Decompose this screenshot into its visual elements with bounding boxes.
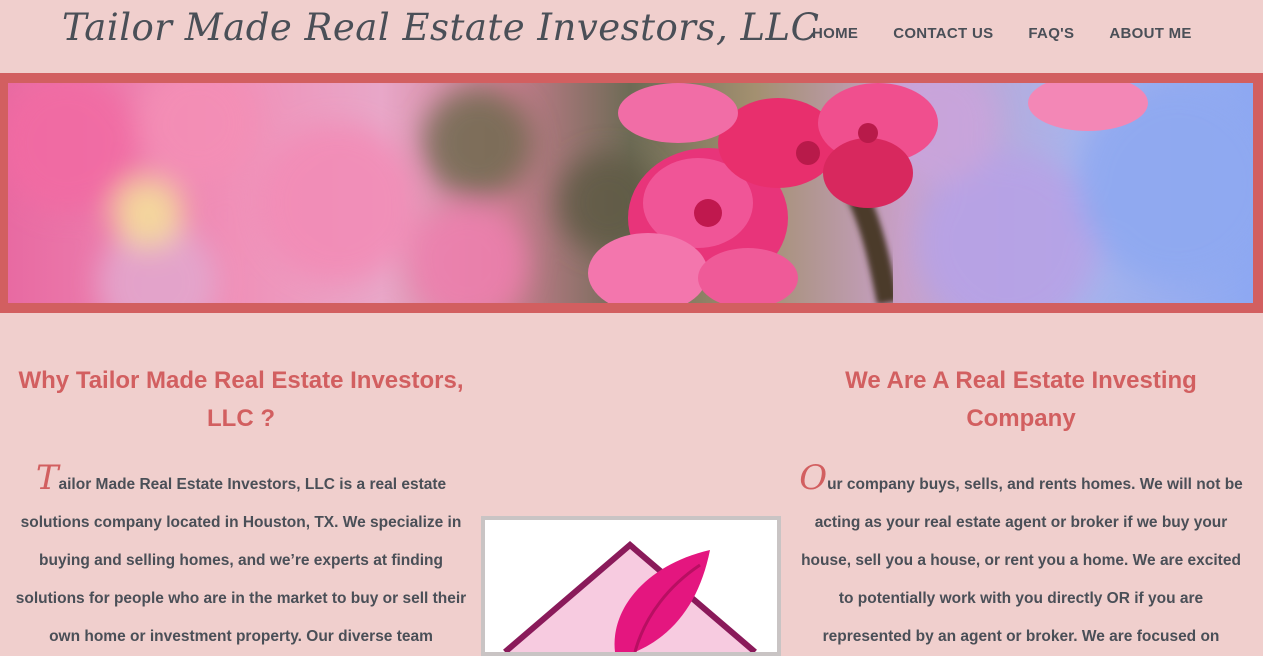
why-paragraph: Tailor Made Real Estate Investors, LLC i… [12, 461, 470, 656]
why-body: ailor Made Real Estate Investors, LLC is… [15, 476, 467, 645]
cherry-blossom-icon [8, 83, 1253, 303]
site-header: Tailor Made Real Estate Investors, LLC H… [0, 0, 1263, 72]
main-nav: HOME CONTACT US FAQ'S ABOUT ME [812, 25, 1227, 42]
site-title[interactable]: Tailor Made Real Estate Investors, LLC [62, 6, 819, 49]
nav-about-me[interactable]: ABOUT ME [1109, 25, 1191, 42]
logo-frame [481, 516, 781, 656]
banner-frame [0, 73, 1263, 313]
nav-contact-us[interactable]: CONTACT US [893, 25, 993, 42]
company-heading: We Are A Real Estate Investing Company [845, 367, 1197, 432]
company-body: ur company buys, sells, and rents homes.… [801, 476, 1243, 645]
company-paragraph: Our company buys, sells, and rents homes… [798, 461, 1244, 656]
company-section: We Are A Real Estate Investing Company O… [798, 362, 1244, 656]
nav-faqs[interactable]: FAQ'S [1028, 25, 1074, 42]
nav-home[interactable]: HOME [812, 25, 858, 42]
house-leaf-icon [503, 541, 757, 652]
why-section: Why Tailor Made Real Estate Investors, L… [12, 362, 470, 656]
dropcap-t: T [35, 458, 59, 498]
banner-image [8, 83, 1253, 303]
why-heading: Why Tailor Made Real Estate Investors, L… [18, 367, 464, 432]
dropcap-o: O [799, 458, 828, 498]
